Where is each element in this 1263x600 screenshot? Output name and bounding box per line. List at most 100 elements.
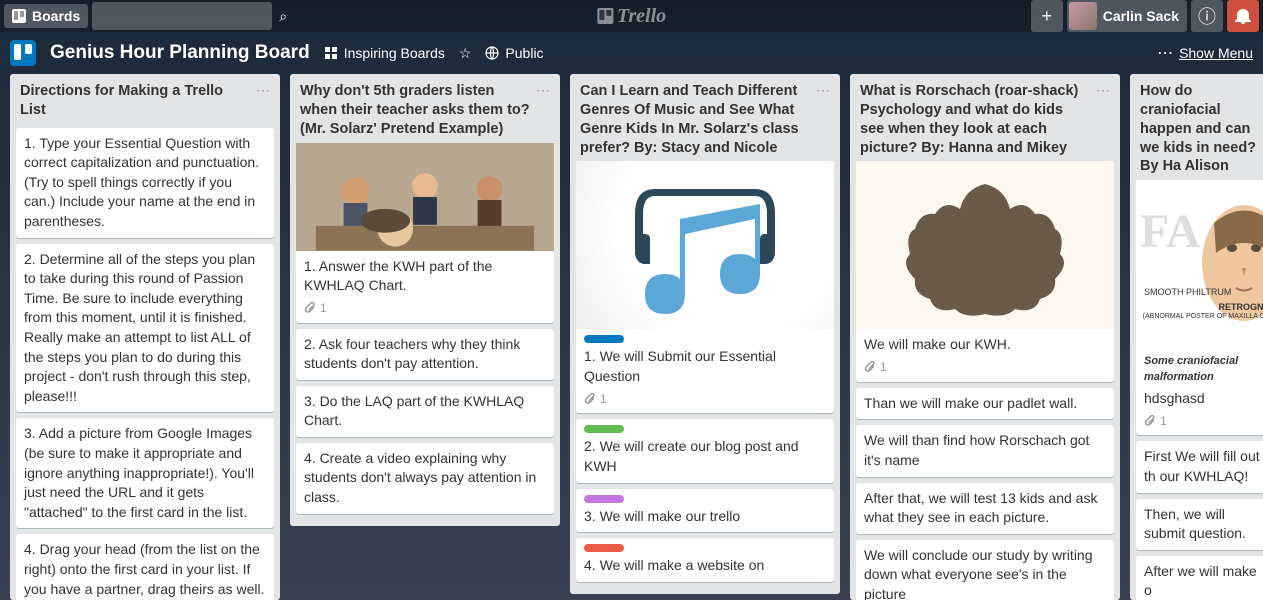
card-cover-image — [856, 161, 1114, 329]
list-title[interactable]: Can I Learn and Teach Different Genres O… — [580, 82, 810, 157]
card[interactable]: We will conclude our study by writing do… — [856, 540, 1114, 600]
card-cover-image — [576, 161, 834, 329]
card[interactable]: Then, we will submit question. — [1136, 499, 1263, 550]
card[interactable]: 1. Type your Essential Question with cor… — [16, 128, 274, 238]
card[interactable]: After we will make o — [1136, 556, 1263, 600]
header-right: + Carlin Sack ⓘ — [1031, 0, 1259, 32]
card[interactable]: 4. We will make a website on — [576, 538, 834, 582]
attachment-count: 1 — [1160, 413, 1167, 430]
paperclip-icon — [864, 361, 876, 373]
card-cover-image — [296, 143, 554, 251]
cover-text-2: RETROGNA — [1143, 303, 1263, 313]
list-directions: Directions for Making a Trello List ⋯ 1.… — [10, 74, 280, 600]
board-header: Genius Hour Planning Board Inspiring Boa… — [0, 32, 1263, 74]
card-text: 1. We will Submit our Essential Question — [584, 347, 826, 386]
avatar — [1069, 2, 1097, 30]
board-header-right: ⋯ Show Menu — [1157, 43, 1253, 63]
paperclip-icon — [304, 302, 316, 314]
attachment-badge: 1 — [1144, 413, 1263, 430]
card[interactable]: 2. Determine all of the steps you plan t… — [16, 244, 274, 413]
public-label: Public — [505, 45, 543, 61]
lists-container[interactable]: Directions for Making a Trello List ⋯ 1.… — [0, 74, 1263, 600]
card[interactable]: We will than find how Rorschach got it's… — [856, 425, 1114, 476]
card-label-green — [584, 425, 624, 433]
card[interactable]: 4. Drag your head (from the list on the … — [16, 534, 274, 600]
cover-text-3: (ABNORMAL POSTER OF MAXILLA OR — [1143, 313, 1263, 321]
card[interactable]: After that, we will test 13 kids and ask… — [856, 483, 1114, 534]
visibility-button[interactable]: Public — [485, 45, 543, 61]
header-left: Boards ⌕ — [4, 2, 272, 30]
card-text: 2. We will create our blog post and KWH — [584, 437, 826, 476]
list-cards: We will make our KWH. 1 Than we will mak… — [850, 161, 1120, 600]
search-box[interactable]: ⌕ — [92, 2, 272, 30]
card[interactable]: 2. We will create our blog post and KWH — [576, 419, 834, 482]
card-text: We will make our KWH. — [864, 335, 1106, 355]
attachment-count: 1 — [880, 359, 887, 376]
star-button[interactable]: ☆ — [459, 45, 472, 62]
board-title[interactable]: Genius Hour Planning Board — [50, 42, 310, 64]
boards-button[interactable]: Boards — [4, 4, 88, 28]
list-music-genres: Can I Learn and Teach Different Genres O… — [570, 74, 840, 594]
user-menu[interactable]: Carlin Sack — [1067, 0, 1187, 32]
attachment-count: 1 — [320, 300, 327, 317]
card[interactable]: We will make our KWH. 1 — [856, 161, 1114, 381]
cover-caption: Some craniofacial malformation — [1144, 354, 1263, 385]
card-text: 1. Answer the KWH part of the KWHLAQ Cha… — [304, 257, 546, 296]
search-input[interactable] — [98, 8, 279, 24]
logo-icon — [597, 8, 613, 24]
card-text: 3. We will make our trello — [584, 507, 826, 527]
bell-icon — [1235, 8, 1251, 24]
attachment-badge: 1 — [304, 300, 546, 317]
attachment-count: 1 — [600, 391, 607, 408]
list-title[interactable]: Directions for Making a Trello List — [20, 82, 250, 120]
boards-label: Boards — [32, 8, 80, 24]
logo-text: Trello — [617, 5, 666, 28]
list-cards: 1. We will Submit our Essential Question… — [570, 161, 840, 593]
list-why-5th-graders: Why don't 5th graders listen when their … — [290, 74, 560, 526]
list-title[interactable]: Why don't 5th graders listen when their … — [300, 82, 530, 139]
list-cards: FA SMOOTH PHILTRUM RETROGNA (ABNORMAL PO… — [1130, 180, 1263, 600]
paperclip-icon — [584, 393, 596, 405]
card[interactable]: FA SMOOTH PHILTRUM RETROGNA (ABNORMAL PO… — [1136, 180, 1263, 435]
list-rorschach: What is Rorschach (roar-shack) Psycholog… — [850, 74, 1120, 600]
card[interactable]: 3. We will make our trello — [576, 489, 834, 533]
create-button[interactable]: + — [1031, 0, 1063, 32]
card[interactable]: 2. Ask four teachers why they think stud… — [296, 329, 554, 380]
search-icon[interactable]: ⌕ — [279, 8, 287, 25]
attachment-badge: 1 — [864, 359, 1106, 376]
card[interactable]: 3. Do the LAQ part of the KWHLAQ Chart. — [296, 386, 554, 437]
trello-icon — [12, 9, 26, 23]
trello-logo[interactable]: Trello — [597, 5, 666, 28]
list-menu-button[interactable]: ⋯ — [536, 82, 550, 99]
org-icon — [324, 46, 338, 60]
list-menu-button[interactable]: ⋯ — [816, 82, 830, 99]
list-craniofacial: How do craniofacial happen and can we ki… — [1130, 74, 1263, 600]
card-label-red — [584, 544, 624, 552]
info-button[interactable]: ⓘ — [1191, 0, 1223, 32]
card[interactable]: First We will fill out th our KWHLAQ! — [1136, 441, 1263, 492]
global-header: Boards ⌕ Trello + Carlin Sack ⓘ — [0, 0, 1263, 32]
show-menu-button[interactable]: Show Menu — [1179, 45, 1253, 61]
list-cards: 1. Answer the KWH part of the KWHLAQ Cha… — [290, 143, 560, 526]
cover-text-1: SMOOTH PHILTRUM — [1144, 288, 1231, 298]
attachment-badge: 1 — [584, 391, 826, 408]
list-menu-button[interactable]: ⋯ — [1096, 82, 1110, 99]
list-title[interactable]: How do craniofacial happen and can we ki… — [1140, 82, 1263, 176]
inspiring-boards-link[interactable]: Inspiring Boards — [324, 45, 445, 61]
list-cards: 1. Type your Essential Question with cor… — [10, 124, 280, 600]
board-logo-icon — [10, 40, 36, 66]
list-title[interactable]: What is Rorschach (roar-shack) Psycholog… — [860, 82, 1090, 157]
paperclip-icon — [1144, 415, 1156, 427]
list-menu-button[interactable]: ⋯ — [256, 82, 270, 99]
card-text: 4. We will make a website on — [584, 556, 826, 576]
globe-icon — [485, 46, 499, 60]
card[interactable]: 1. Answer the KWH part of the KWHLAQ Cha… — [296, 143, 554, 323]
inspiring-label: Inspiring Boards — [344, 45, 445, 61]
card[interactable]: Than we will make our padlet wall. — [856, 388, 1114, 420]
card[interactable]: 1. We will Submit our Essential Question… — [576, 161, 834, 413]
card[interactable]: 3. Add a picture from Google Images (be … — [16, 418, 274, 528]
notifications-button[interactable] — [1227, 0, 1259, 32]
card[interactable]: 4. Create a video explaining why student… — [296, 443, 554, 514]
card-label-purple — [584, 495, 624, 503]
card-label-blue — [584, 335, 624, 343]
